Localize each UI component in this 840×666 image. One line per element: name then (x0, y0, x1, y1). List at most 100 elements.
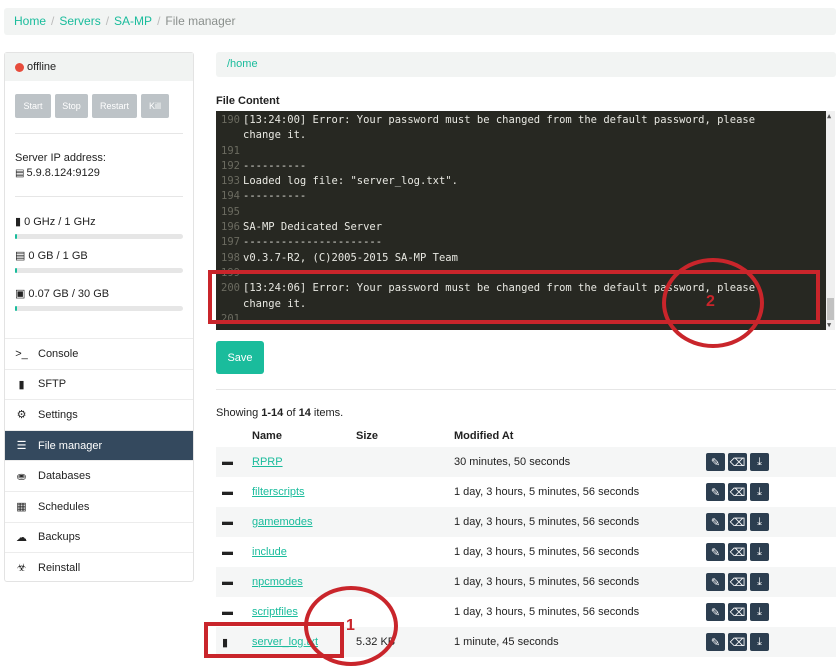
edit-icon[interactable]: ✎ (706, 603, 725, 621)
sidebar-item-label: Reinstall (38, 561, 81, 574)
editor-line: change it. (216, 128, 824, 143)
download-icon[interactable]: ⤓ (750, 573, 769, 591)
memory-icon: ▤ (15, 250, 26, 262)
sidebar-item-label: SFTP (38, 378, 67, 391)
breadcrumb-home-link[interactable]: Home (14, 14, 46, 28)
file-name-link[interactable]: include (252, 546, 287, 558)
table-row: ▬ RPRP 30 minutes, 50 seconds ✎ ⌫ ⤓ (216, 447, 836, 477)
column-header-name[interactable]: Name (252, 430, 356, 442)
file-icon: ▮ (18, 378, 25, 391)
sidebar-item-sftp[interactable]: ▮ SFTP (5, 368, 193, 400)
folder-icon: ▬ (222, 576, 233, 588)
line-number: 192 (221, 159, 240, 172)
breadcrumb-separator: / (51, 14, 55, 28)
edit-icon[interactable]: ✎ (706, 453, 725, 471)
breadcrumb: Home / Servers / SA-MP / File manager (4, 8, 836, 35)
download-icon[interactable]: ⤓ (750, 513, 769, 531)
start-button[interactable]: Start (15, 94, 51, 118)
cpu-text: 0 GHz / 1 GHz (24, 215, 96, 228)
edit-icon[interactable]: ✎ (706, 573, 725, 591)
row-actions: ✎ ⌫ ⤓ (706, 483, 769, 501)
status-text: offline (27, 61, 57, 73)
scrollbar-thumb[interactable] (827, 298, 834, 320)
sidebar-item-databases[interactable]: ⛂ Databases (5, 460, 193, 491)
download-icon[interactable]: ⤓ (750, 603, 769, 621)
table-row: ▬ include 1 day, 3 hours, 5 minutes, 56 se… (216, 537, 836, 567)
save-button[interactable]: Save (216, 341, 264, 374)
line-number: 197 (221, 236, 240, 249)
editor-scrollbar[interactable]: ▲ ▼ (826, 111, 835, 330)
sidebar-item-label: Schedules (38, 500, 90, 513)
file-name-cell: RPRP (252, 456, 356, 468)
edit-icon[interactable]: ✎ (706, 543, 725, 561)
editor-line: 190 [13:24:00] Error: Your password must … (216, 113, 824, 128)
memory-text: 0 GB / 1 GB (28, 249, 88, 262)
file-name-cell: include (252, 546, 356, 558)
editor-line: 193 Loaded log file: "server_log.txt". (216, 174, 824, 189)
trash-icon[interactable]: ⌫ (728, 573, 747, 591)
breadcrumb-server-link[interactable]: SA-MP (114, 14, 152, 28)
database-icon: ⛂ (16, 470, 27, 483)
trash-icon[interactable]: ⌫ (728, 603, 747, 621)
trash-icon[interactable]: ⌫ (728, 483, 747, 501)
current-path: /home (216, 52, 836, 77)
sidebar-item-label: Databases (38, 470, 91, 483)
column-header-size[interactable]: Size (356, 430, 454, 442)
download-icon[interactable]: ⤓ (750, 633, 769, 651)
stop-button[interactable]: Stop (55, 94, 88, 118)
sidebar-item-file-manager[interactable]: ☰ File manager (5, 429, 193, 461)
power-controls: Start Stop Restart Kill (5, 81, 193, 118)
file-name-link[interactable]: filterscripts (252, 486, 305, 498)
file-name-link[interactable]: npcmodes (252, 576, 303, 588)
ip-value: 5.9.8.124:9129 (26, 167, 100, 179)
breadcrumb-separator: / (105, 14, 110, 28)
file-name-link[interactable]: scriptfiles (252, 606, 298, 618)
summary-suffix: items. (310, 407, 344, 419)
file-modified: 1 minute, 45 seconds (454, 636, 559, 648)
trash-icon[interactable]: ⌫ (728, 633, 747, 651)
edit-icon[interactable]: ✎ (706, 633, 725, 651)
calendar-icon: ▦ (16, 501, 27, 514)
disk-icon: ▣ (15, 288, 26, 300)
trash-icon[interactable]: ⌫ (728, 543, 747, 561)
download-icon[interactable]: ⤓ (750, 453, 769, 471)
download-icon[interactable]: ⤓ (750, 483, 769, 501)
column-header-modified[interactable]: Modified At (454, 430, 513, 442)
folder-icon: ▬ (222, 456, 233, 468)
table-row: ▬ npcmodes 1 day, 3 hours, 5 minutes, 56 s… (216, 567, 836, 597)
kill-button[interactable]: Kill (141, 94, 169, 118)
editor-line: 197 ---------------------- (216, 235, 824, 250)
sidebar-item-schedules[interactable]: ▦ Schedules (5, 490, 193, 522)
breadcrumb-servers-link[interactable]: Servers (59, 14, 100, 28)
cpu-usage: ▮ 0 GHz / 1 GHz (5, 197, 193, 239)
row-actions: ✎ ⌫ ⤓ (706, 513, 769, 531)
sidebar-item-console[interactable]: >_ Console (5, 338, 193, 369)
file-name-link[interactable]: gamemodes (252, 516, 313, 528)
restart-button[interactable]: Restart (92, 94, 137, 118)
sidebar-item-reinstall[interactable]: ☣ Reinstall (5, 552, 193, 583)
sidebar-item-label: Settings (38, 408, 78, 421)
editor-line: 192 ---------- (216, 159, 824, 174)
trash-icon[interactable]: ⌫ (728, 513, 747, 531)
scroll-down-icon[interactable]: ▼ (827, 321, 831, 329)
list-icon: ☰ (16, 440, 27, 453)
line-number: 193 (221, 175, 240, 188)
line-text: Loaded log file: "server_log.txt". (243, 175, 458, 188)
sidebar-item-backups[interactable]: ☁ Backups (5, 521, 193, 553)
edit-icon[interactable]: ✎ (706, 513, 725, 531)
folder-icon: ▬ (222, 606, 233, 618)
trash-icon[interactable]: ⌫ (728, 453, 747, 471)
line-text: [13:24:00] Error: Your password must be … (243, 114, 756, 126)
file-name-link[interactable]: RPRP (252, 456, 283, 468)
cloud-icon: ☁ (16, 531, 27, 544)
disk-usage: ▣ 0.07 GB / 30 GB (5, 273, 193, 311)
server-icon: ▤ (15, 168, 25, 179)
disk-bar-fill (15, 306, 17, 311)
file-content-label: File Content (216, 95, 280, 107)
scroll-up-icon[interactable]: ▲ (827, 112, 831, 120)
file-name-cell: gamemodes (252, 516, 356, 528)
download-icon[interactable]: ⤓ (750, 543, 769, 561)
edit-icon[interactable]: ✎ (706, 483, 725, 501)
summary-prefix: Showing (216, 407, 262, 419)
sidebar-item-settings[interactable]: ⚙ Settings (5, 399, 193, 430)
